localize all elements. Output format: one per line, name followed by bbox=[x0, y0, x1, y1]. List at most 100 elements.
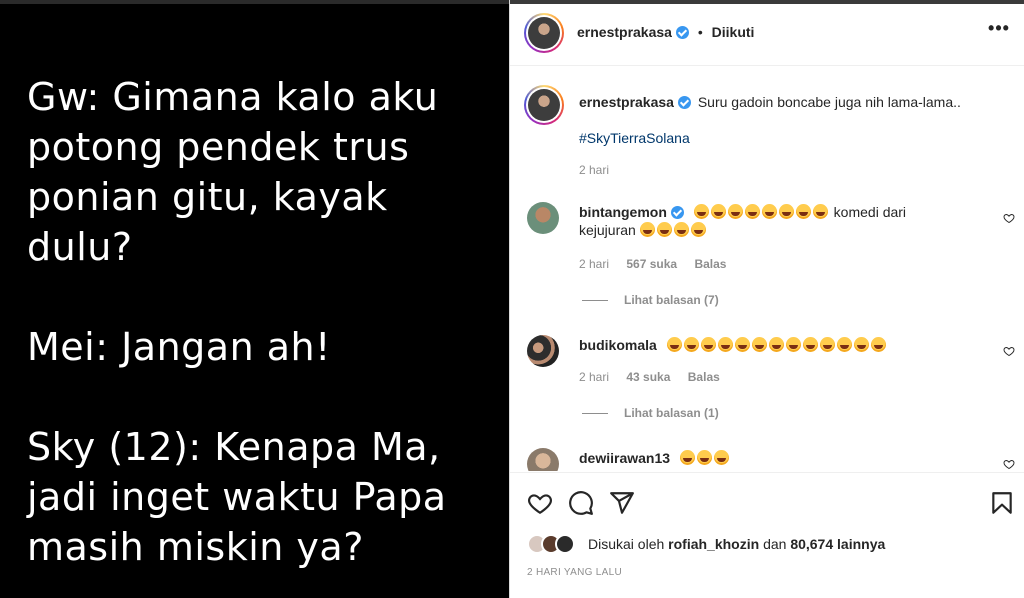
likes-prefix: Disukai oleh bbox=[588, 536, 665, 552]
more-horizontal-icon[interactable]: ••• bbox=[987, 18, 1011, 42]
bookmark-icon[interactable] bbox=[989, 490, 1015, 516]
author-avatar[interactable] bbox=[524, 13, 564, 53]
laughing-emoji-icon bbox=[696, 450, 712, 465]
author-username[interactable]: ernestprakasa bbox=[577, 24, 672, 40]
comment-heart-icon[interactable] bbox=[1003, 345, 1015, 357]
laughing-emoji-icon bbox=[683, 337, 699, 352]
laughing-emoji-icon bbox=[666, 337, 682, 352]
comment-icon[interactable] bbox=[568, 490, 594, 516]
view-replies-label: Lihat balasan (7) bbox=[624, 293, 719, 307]
rofl-emoji-icon bbox=[690, 222, 706, 237]
rofl-emoji-icon bbox=[727, 204, 743, 219]
comment-time: 2 hari bbox=[579, 257, 610, 271]
author-line: ernestprakasa • Diikuti bbox=[577, 24, 754, 40]
post-details-panel: ernestprakasa • Diikuti ••• ernestprakas… bbox=[509, 0, 1024, 598]
caption-hashtag-line: #SkyTierraSolana bbox=[579, 129, 989, 147]
comment-meta: 2 hari 567 suka Balas bbox=[579, 257, 740, 271]
heart-icon[interactable] bbox=[527, 490, 553, 516]
comment-username[interactable]: budikomala bbox=[579, 337, 657, 353]
liker-avatar bbox=[555, 534, 575, 554]
rofl-emoji-icon bbox=[812, 204, 828, 219]
action-bar: Disukai oleh rofiah_khozin dan 80,674 la… bbox=[510, 472, 1024, 598]
comment-row: dewiirawan13 bbox=[510, 446, 1024, 471]
commenter-avatar[interactable] bbox=[527, 335, 559, 367]
caption-hashtag[interactable]: #SkyTierraSolana bbox=[579, 130, 690, 146]
separator: • bbox=[697, 24, 703, 40]
replies-divider bbox=[582, 300, 608, 302]
image-text: Gw: Gimana kalo aku potong pendek trus p… bbox=[27, 75, 447, 569]
caption-row: ernestprakasa Suru gadoin boncabe juga n… bbox=[510, 85, 1024, 185]
laughing-emoji-icon bbox=[819, 337, 835, 352]
laughing-emoji-icon bbox=[679, 450, 695, 465]
rofl-emoji-icon bbox=[673, 222, 689, 237]
view-replies-button[interactable]: Lihat balasan (1) bbox=[582, 406, 719, 420]
caption-body: Suru gadoin boncabe juga nih lama-lama.. bbox=[697, 94, 961, 110]
comment-meta: 2 hari 43 suka Balas bbox=[579, 370, 734, 384]
comment-heart-icon[interactable] bbox=[1003, 458, 1015, 470]
verified-badge-icon bbox=[675, 26, 689, 39]
likers-avatars[interactable] bbox=[527, 532, 583, 556]
likes-middle: dan bbox=[763, 536, 787, 552]
comment-likes[interactable]: 567 suka bbox=[626, 257, 677, 271]
comments-list[interactable]: ernestprakasa Suru gadoin boncabe juga n… bbox=[510, 67, 1024, 471]
caption-text-line: ernestprakasa Suru gadoin boncabe juga n… bbox=[579, 93, 989, 111]
laughing-emoji-icon bbox=[768, 337, 784, 352]
laughing-emoji-icon bbox=[700, 337, 716, 352]
comment-time: 2 hari bbox=[579, 370, 610, 384]
view-replies-button[interactable]: Lihat balasan (7) bbox=[582, 293, 719, 307]
rofl-emoji-icon bbox=[693, 204, 709, 219]
laughing-emoji-icon bbox=[785, 337, 801, 352]
share-icon[interactable] bbox=[609, 490, 635, 516]
rofl-emoji-icon bbox=[778, 204, 794, 219]
image-top-strip bbox=[0, 0, 509, 4]
laughing-emoji-icon bbox=[836, 337, 852, 352]
rofl-emoji-icon bbox=[710, 204, 726, 219]
laughing-emoji-icon bbox=[713, 450, 729, 465]
comment-row: bintangemon komedi dari kejujuran 2 hari… bbox=[510, 200, 1024, 310]
comment-username[interactable]: dewiirawan13 bbox=[579, 450, 670, 466]
comment-likes[interactable]: 43 suka bbox=[626, 370, 670, 384]
caption-time: 2 hari bbox=[579, 163, 610, 177]
commenter-avatar[interactable] bbox=[527, 202, 559, 234]
post-timestamp[interactable]: 2 HARI YANG LALU bbox=[527, 567, 622, 578]
comment-row: budikomala 2 hari 43 suka Balas Lihat ba… bbox=[510, 333, 1024, 433]
follow-status[interactable]: Diikuti bbox=[712, 24, 755, 40]
comment-text: bintangemon komedi dari kejujuran bbox=[579, 203, 989, 239]
emoji-group bbox=[666, 337, 888, 353]
rofl-emoji-icon bbox=[761, 204, 777, 219]
comment-heart-icon[interactable] bbox=[1003, 212, 1015, 224]
caption-username[interactable]: ernestprakasa bbox=[579, 94, 674, 110]
comment-body-b: kejujuran bbox=[579, 222, 636, 238]
rofl-emoji-icon bbox=[744, 204, 760, 219]
likes-summary[interactable]: Disukai oleh rofiah_khozin dan 80,674 la… bbox=[588, 536, 885, 552]
caption-avatar[interactable] bbox=[524, 85, 564, 125]
caption-meta: 2 hari bbox=[579, 163, 623, 177]
laughing-emoji-icon bbox=[751, 337, 767, 352]
verified-badge-icon bbox=[670, 206, 684, 219]
rofl-emoji-icon bbox=[639, 222, 655, 237]
laughing-emoji-icon bbox=[717, 337, 733, 352]
emoji-group bbox=[693, 204, 830, 220]
rofl-emoji-icon bbox=[795, 204, 811, 219]
likes-user[interactable]: rofiah_khozin bbox=[668, 536, 759, 552]
reply-button[interactable]: Balas bbox=[688, 370, 720, 384]
commenter-avatar[interactable] bbox=[527, 448, 559, 471]
view-replies-label: Lihat balasan (1) bbox=[624, 406, 719, 420]
laughing-emoji-icon bbox=[853, 337, 869, 352]
comment-username[interactable]: bintangemon bbox=[579, 204, 667, 220]
comment-body-a: komedi dari bbox=[833, 204, 907, 220]
emoji-group bbox=[639, 222, 708, 238]
laughing-emoji-icon bbox=[734, 337, 750, 352]
comment-text: budikomala bbox=[579, 336, 989, 354]
laughing-emoji-icon bbox=[870, 337, 886, 352]
likes-suffix[interactable]: lainnya bbox=[837, 536, 885, 552]
replies-divider bbox=[582, 413, 608, 415]
comment-text: dewiirawan13 bbox=[579, 449, 989, 467]
post-header: ernestprakasa • Diikuti ••• bbox=[510, 4, 1024, 66]
laughing-emoji-icon bbox=[802, 337, 818, 352]
verified-badge-icon bbox=[677, 96, 691, 109]
reply-button[interactable]: Balas bbox=[694, 257, 726, 271]
likes-count[interactable]: 80,674 bbox=[790, 536, 833, 552]
emoji-group bbox=[679, 450, 731, 466]
post-image[interactable]: Gw: Gimana kalo aku potong pendek trus p… bbox=[0, 0, 509, 598]
